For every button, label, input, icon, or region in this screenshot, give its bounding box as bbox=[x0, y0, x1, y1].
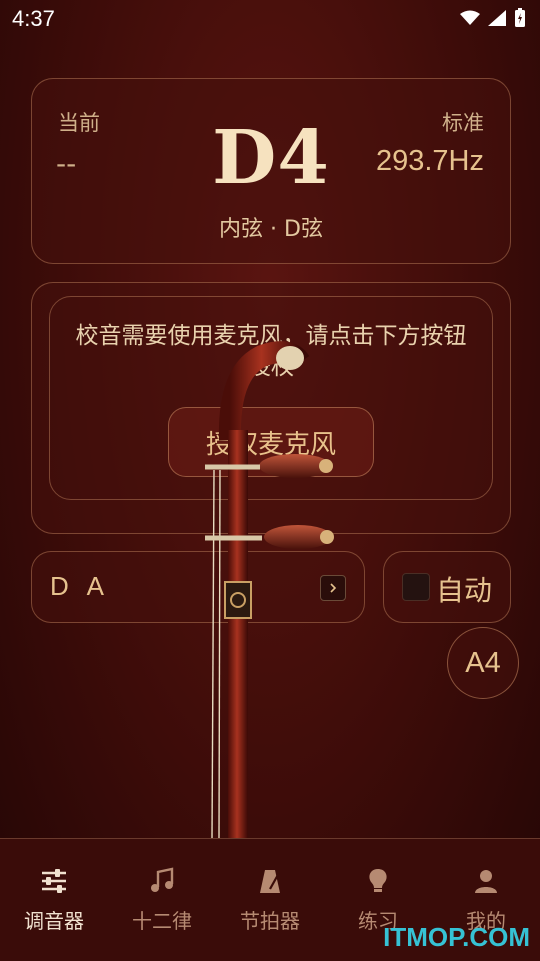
auto-checkbox[interactable] bbox=[402, 573, 430, 601]
target-note: D4 bbox=[212, 115, 330, 201]
status-bar: 4:37 bbox=[0, 0, 540, 38]
status-icons bbox=[460, 8, 526, 28]
nav-label-tuner: 调音器 bbox=[24, 909, 84, 933]
signal-icon bbox=[488, 10, 506, 26]
chevron-right-icon[interactable] bbox=[320, 575, 346, 601]
string-set-selector[interactable]: D A bbox=[31, 551, 365, 623]
watermark: ITMOP.COM bbox=[383, 922, 530, 952]
mic-permission-message: 校音需要使用麦克风，请点击下方按钮授权 bbox=[75, 323, 467, 380]
reference-pitch-button[interactable]: A4 bbox=[447, 627, 519, 699]
battery-icon bbox=[515, 8, 525, 27]
lightbulb-icon bbox=[369, 869, 387, 892]
authorize-mic-button[interactable]: 授权麦克风 bbox=[168, 407, 374, 477]
metronome-icon bbox=[260, 870, 280, 893]
string-set-label: D A bbox=[50, 571, 110, 601]
pitch-display-card: 当前 -- 标准 293.7Hz D4 内弦 · D弦 bbox=[31, 78, 511, 264]
mic-permission-card: 校音需要使用麦克风，请点击下方按钮授权 授权麦克风 bbox=[31, 282, 511, 534]
status-time: 4:37 bbox=[12, 6, 55, 31]
auto-mode-toggle[interactable]: 自动 bbox=[383, 551, 511, 623]
nav-item-tuner[interactable]: 调音器 bbox=[0, 839, 108, 961]
user-icon bbox=[475, 870, 497, 893]
string-name: 内弦 · D弦 bbox=[219, 217, 323, 242]
nav-label-metronome: 节拍器 bbox=[240, 909, 300, 933]
mic-permission-panel: 校音需要使用麦克风，请点击下方按钮授权 授权麦克风 bbox=[49, 296, 493, 500]
wifi-icon bbox=[460, 10, 480, 25]
music-note-icon bbox=[151, 867, 174, 892]
nav-item-twelve-tones[interactable]: 十二律 bbox=[108, 839, 216, 961]
nav-item-metronome[interactable]: 节拍器 bbox=[216, 839, 324, 961]
nav-label-twelve-tones: 十二律 bbox=[132, 909, 192, 933]
tuner-sliders-icon bbox=[42, 869, 66, 893]
auto-label: 自动 bbox=[436, 574, 493, 607]
